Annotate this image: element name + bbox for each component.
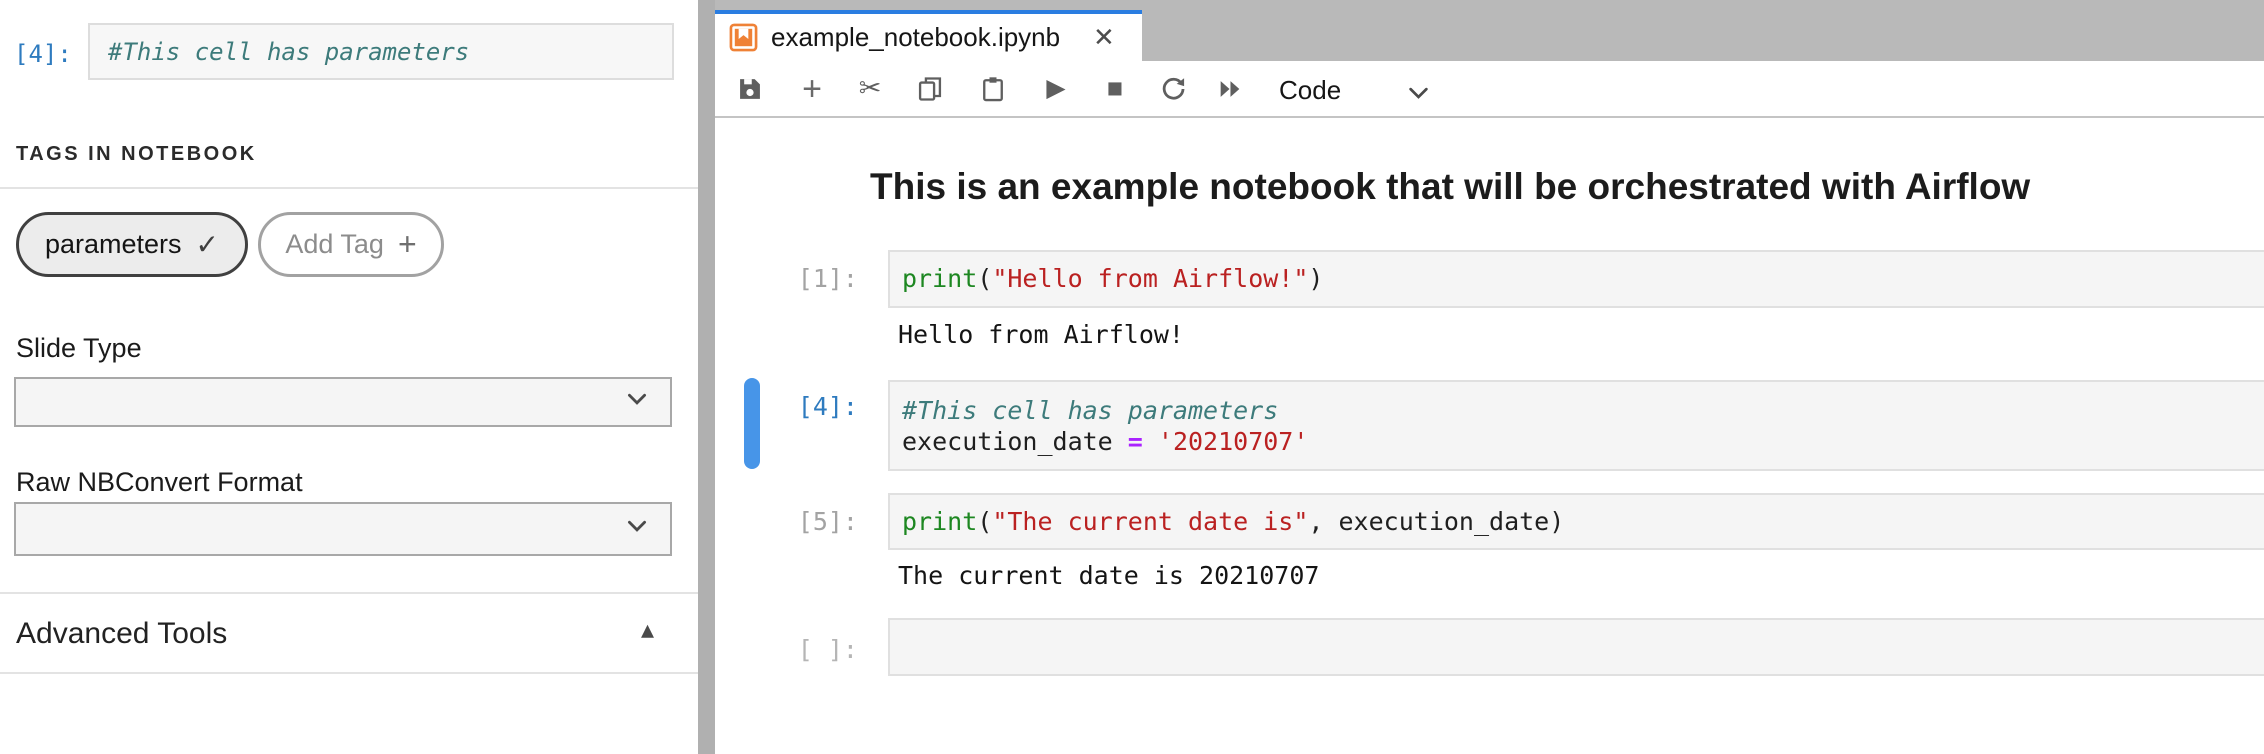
notebook-toolbar: + ✂ ▶ ■: [715, 61, 2264, 118]
code-token: '20210707': [1143, 427, 1309, 456]
restart-kernel-button[interactable]: [1156, 72, 1190, 106]
tab-example-notebook[interactable]: example_notebook.ipynb ✕: [715, 10, 1142, 61]
plus-icon: +: [802, 72, 822, 106]
code-token: #This cell has parameters: [902, 396, 1278, 425]
tab-title: example_notebook.ipynb: [771, 22, 1060, 53]
cell-5-output: The current date is 20210707: [898, 561, 1319, 591]
restart-and-run-all-button[interactable]: [1213, 72, 1247, 106]
slide-type-label: Slide Type: [16, 333, 142, 364]
close-icon[interactable]: ✕: [1093, 22, 1115, 53]
cell-type-value: Code: [1279, 75, 1341, 106]
jupyterlab-window: [4]: #This cell has parameters TAGS IN N…: [0, 0, 2264, 754]
notebook-file-icon: [729, 23, 758, 52]
restart-icon: [1159, 75, 1187, 103]
code-token: ): [1549, 507, 1564, 536]
code-token: =: [1128, 427, 1143, 456]
cell-4-editor[interactable]: #This cell has parameters execution_date…: [888, 380, 2264, 471]
panel-splitter-handle[interactable]: [698, 0, 715, 754]
copy-icon: [916, 75, 944, 103]
code-token: print: [902, 507, 977, 536]
dock-tab-bar: example_notebook.ipynb ✕: [715, 0, 2264, 61]
cell-type-select[interactable]: Code: [1279, 61, 1459, 116]
fast-forward-icon: [1216, 75, 1244, 103]
code-token: print: [902, 264, 977, 293]
code-token: (: [977, 264, 992, 293]
chevron-down-icon: [624, 386, 650, 419]
scissors-icon: ✂: [859, 75, 882, 102]
active-cell-preview-code: #This cell has parameters: [108, 38, 469, 66]
sidebar-divider: [0, 672, 698, 674]
add-tag-button[interactable]: Add Tag +: [258, 212, 444, 277]
tags-in-notebook-header: TAGS IN NOTEBOOK: [16, 143, 257, 166]
plus-icon: +: [398, 226, 417, 263]
empty-cell-prompt: [ ]:: [715, 635, 858, 664]
slide-type-select[interactable]: [14, 377, 672, 427]
code-token: (: [977, 507, 992, 536]
code-token: ): [1308, 264, 1323, 293]
chevron-down-icon: [624, 513, 650, 546]
run-cell-button[interactable]: ▶: [1039, 72, 1073, 106]
add-tag-label: Add Tag: [285, 229, 384, 260]
raw-nbconvert-select[interactable]: [14, 502, 672, 556]
active-cell-preview-editor[interactable]: #This cell has parameters: [88, 23, 674, 80]
code-token: execution_date: [902, 427, 1128, 456]
paste-icon: [979, 75, 1007, 103]
cell-5-prompt: [5]:: [715, 507, 858, 536]
notebook-panel: example_notebook.ipynb ✕ + ✂: [715, 0, 2264, 754]
insert-cell-button[interactable]: +: [795, 72, 829, 106]
save-icon: [736, 75, 764, 103]
collapse-caret-icon: ▴: [641, 614, 654, 645]
cell-5-editor[interactable]: print("The current date is", execution_d…: [888, 493, 2264, 550]
raw-nbconvert-label: Raw NBConvert Format: [16, 467, 303, 498]
check-icon: ✓: [196, 228, 219, 261]
cell-1-prompt: [1]:: [715, 264, 858, 293]
copy-cells-button[interactable]: [913, 72, 947, 106]
chevron-down-icon: [1405, 79, 1432, 111]
cut-cells-button[interactable]: ✂: [853, 72, 887, 106]
code-token: "Hello from Airflow!": [992, 264, 1308, 293]
empty-cell-editor[interactable]: [888, 618, 2264, 676]
active-cell-prompt: [4]:: [14, 40, 72, 68]
stop-icon: ■: [1107, 75, 1123, 102]
advanced-tools-section-header[interactable]: Advanced Tools ▴: [0, 606, 698, 666]
code-token: , execution_date: [1308, 507, 1549, 536]
cell-1-output: Hello from Airflow!: [898, 320, 1184, 350]
property-inspector-panel: [4]: #This cell has parameters TAGS IN N…: [0, 0, 698, 754]
tag-parameters-pill[interactable]: parameters ✓: [16, 212, 248, 277]
tag-parameters-label: parameters: [45, 229, 182, 260]
code-token: "The current date is": [992, 507, 1308, 536]
interrupt-kernel-button[interactable]: ■: [1098, 72, 1132, 106]
play-icon: ▶: [1046, 76, 1065, 101]
cell-4-prompt: [4]:: [715, 392, 858, 421]
markdown-cell-heading[interactable]: This is an example notebook that will be…: [870, 166, 2030, 208]
save-button[interactable]: [733, 72, 767, 106]
advanced-tools-label: Advanced Tools: [16, 617, 227, 651]
cell-1-editor[interactable]: print("Hello from Airflow!"): [888, 250, 2264, 308]
sidebar-divider: [0, 592, 698, 594]
sidebar-divider: [0, 187, 698, 189]
paste-cells-button[interactable]: [976, 72, 1010, 106]
